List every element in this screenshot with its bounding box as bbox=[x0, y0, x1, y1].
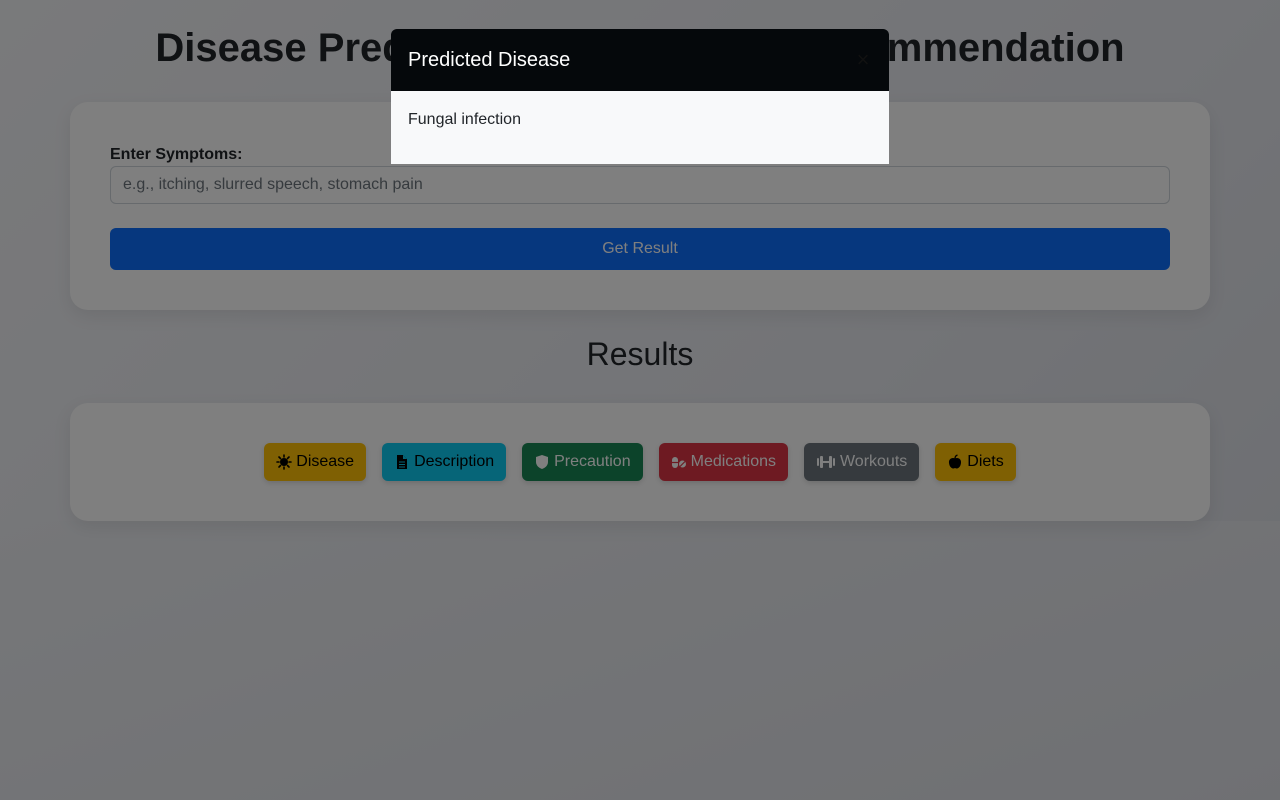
predicted-disease-modal: Predicted Disease × Fungal infection bbox=[391, 29, 889, 164]
modal-body: Fungal infection bbox=[391, 91, 889, 164]
predicted-disease-text: Fungal infection bbox=[408, 111, 521, 128]
modal-header: Predicted Disease × bbox=[391, 29, 889, 91]
close-button[interactable]: × bbox=[853, 49, 873, 71]
modal-title: Predicted Disease bbox=[408, 48, 571, 71]
